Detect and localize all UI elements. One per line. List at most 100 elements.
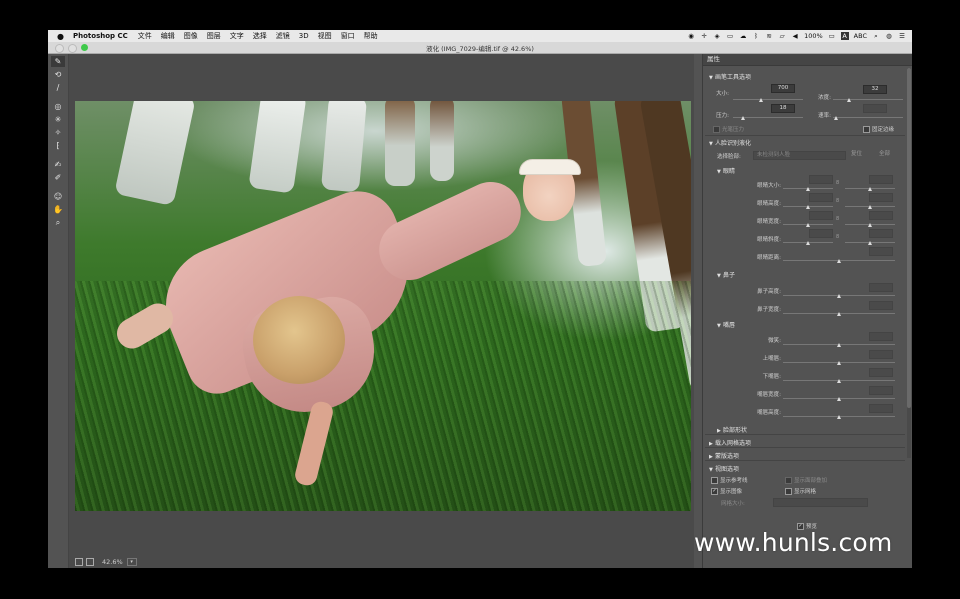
slider-knob[interactable] <box>837 294 841 298</box>
slider-knob[interactable] <box>806 223 810 227</box>
slider-knob[interactable] <box>837 312 841 316</box>
freeze-mask-tool-icon[interactable]: ✍ <box>51 159 65 170</box>
menu-select[interactable]: 选择 <box>253 31 267 41</box>
nose-height-input[interactable] <box>869 283 893 292</box>
rate-slider[interactable] <box>833 117 903 118</box>
mask-options-header[interactable]: ▶ 蒙版选项 <box>709 451 739 460</box>
slider-knob[interactable] <box>837 379 841 383</box>
record-icon[interactable]: ◉ <box>687 32 695 40</box>
push-left-tool-icon[interactable]: ⁅ <box>51 140 65 151</box>
nose-width-input[interactable] <box>869 301 893 310</box>
select-face-dropdown[interactable]: 未检测到人脸 <box>753 151 846 160</box>
slider-knob[interactable] <box>868 205 872 209</box>
siri-icon[interactable]: ◍ <box>885 32 893 40</box>
volume-icon[interactable]: ◀ <box>791 32 799 40</box>
eye-distance-input[interactable] <box>869 247 893 256</box>
pressure-input[interactable]: 18 <box>771 104 795 113</box>
eye-size-right-input[interactable] <box>869 175 893 184</box>
reset-button[interactable]: 复位 <box>851 151 862 158</box>
dropbox-icon[interactable]: ◈ <box>713 32 721 40</box>
face-shape-header[interactable]: ▶ 脸部形状 <box>717 425 747 434</box>
all-button[interactable]: 全部 <box>879 151 890 158</box>
slider-knob[interactable] <box>759 98 763 102</box>
size-input[interactable]: 700 <box>771 84 795 93</box>
hand-tool-icon[interactable]: ✋ <box>51 204 65 215</box>
eye-tilt-right-input[interactable] <box>869 229 893 238</box>
thaw-mask-tool-icon[interactable]: ✐ <box>51 172 65 183</box>
eye-width-right-input[interactable] <box>869 211 893 220</box>
lower-lip-input[interactable] <box>869 368 893 377</box>
crosshair-icon[interactable]: ✛ <box>700 32 708 40</box>
slider-knob[interactable] <box>868 241 872 245</box>
apple-icon[interactable]: ● <box>57 32 67 41</box>
menu-image[interactable]: 图像 <box>184 31 198 41</box>
battery-icon[interactable]: ▭ <box>828 32 836 40</box>
input-source-icon[interactable]: A <box>840 32 849 40</box>
nose-header[interactable]: ▼ 鼻子 <box>717 270 735 279</box>
photo-canvas[interactable] <box>75 101 691 511</box>
menu-filter[interactable]: 滤镜 <box>276 31 290 41</box>
slider-knob[interactable] <box>837 259 841 263</box>
stylus-pressure-checkbox[interactable] <box>713 126 720 133</box>
fit-screen-icon[interactable] <box>75 558 83 566</box>
menu-3d[interactable]: 3D <box>299 32 309 40</box>
notification-center-icon[interactable]: ☰ <box>898 32 906 40</box>
density-input[interactable]: 32 <box>863 85 887 94</box>
zoom-tool-icon[interactable]: ⌕ <box>51 217 65 228</box>
slider-knob[interactable] <box>847 98 851 102</box>
link-icon[interactable]: 8 <box>836 216 839 222</box>
pucker-tool-icon[interactable]: ✳ <box>51 114 65 125</box>
rate-input[interactable] <box>863 104 887 113</box>
face-tool-icon[interactable]: ☺ <box>51 191 65 202</box>
forward-warp-tool-icon[interactable]: ✎ <box>51 56 65 67</box>
mesh-size-dropdown[interactable] <box>773 498 868 507</box>
link-icon[interactable]: 8 <box>836 234 839 240</box>
view-options-header[interactable]: ▼ 视图选项 <box>709 464 739 473</box>
smooth-tool-icon[interactable]: ∕ <box>51 82 65 93</box>
menu-view[interactable]: 视图 <box>318 31 332 41</box>
show-face-overlay-checkbox[interactable] <box>785 477 792 484</box>
cloud-icon[interactable]: ☁ <box>739 32 747 40</box>
eye-size-left-input[interactable] <box>809 175 833 184</box>
canvas-area[interactable]: 42.6% ▾ <box>69 54 694 568</box>
show-mesh-checkbox[interactable] <box>785 488 792 495</box>
scrollbar-thumb[interactable] <box>907 68 911 408</box>
slider-knob[interactable] <box>834 116 838 120</box>
menu-help[interactable]: 帮助 <box>364 31 378 41</box>
input-source-label[interactable]: ABC <box>854 32 867 40</box>
menu-type[interactable]: 文字 <box>230 31 244 41</box>
pin-edges-checkbox[interactable] <box>863 126 870 133</box>
airplay-icon[interactable]: ▱ <box>778 32 786 40</box>
mouth-height-input[interactable] <box>869 404 893 413</box>
menu-file[interactable]: 文件 <box>138 31 152 41</box>
upper-lip-input[interactable] <box>869 350 893 359</box>
menu-edit[interactable]: 编辑 <box>161 31 175 41</box>
eye-width-left-input[interactable] <box>809 211 833 220</box>
show-image-checkbox[interactable]: ✓ <box>711 488 718 495</box>
wifi-icon[interactable]: ≋ <box>765 32 773 40</box>
link-icon[interactable]: 8 <box>836 180 839 186</box>
app-name-menu[interactable]: Photoshop CC <box>73 32 128 40</box>
slider-knob[interactable] <box>806 241 810 245</box>
chevron-down-icon[interactable]: ▾ <box>126 558 137 566</box>
zoom-level[interactable]: 42.6% <box>102 558 123 566</box>
slider-knob[interactable] <box>837 361 841 365</box>
bluetooth-icon[interactable]: ᛒ <box>752 32 760 40</box>
display-icon[interactable]: ▭ <box>726 32 734 40</box>
slider-knob[interactable] <box>837 343 841 347</box>
slider-knob[interactable] <box>837 415 841 419</box>
density-slider[interactable] <box>833 99 903 100</box>
size-slider[interactable] <box>733 99 803 100</box>
twirl-tool-icon[interactable]: ◎ <box>51 101 65 112</box>
reconstruct-tool-icon[interactable]: ⟲ <box>51 69 65 80</box>
menu-window[interactable]: 窗口 <box>341 31 355 41</box>
search-icon[interactable]: ⌕ <box>872 32 880 41</box>
link-icon[interactable]: 8 <box>836 198 839 204</box>
eye-height-right-input[interactable] <box>869 193 893 202</box>
slider-knob[interactable] <box>741 116 745 120</box>
mouth-header[interactable]: ▼ 嘴唇 <box>717 320 735 329</box>
smile-input[interactable] <box>869 332 893 341</box>
slider-knob[interactable] <box>837 397 841 401</box>
slider-knob[interactable] <box>806 187 810 191</box>
mouth-width-input[interactable] <box>869 386 893 395</box>
